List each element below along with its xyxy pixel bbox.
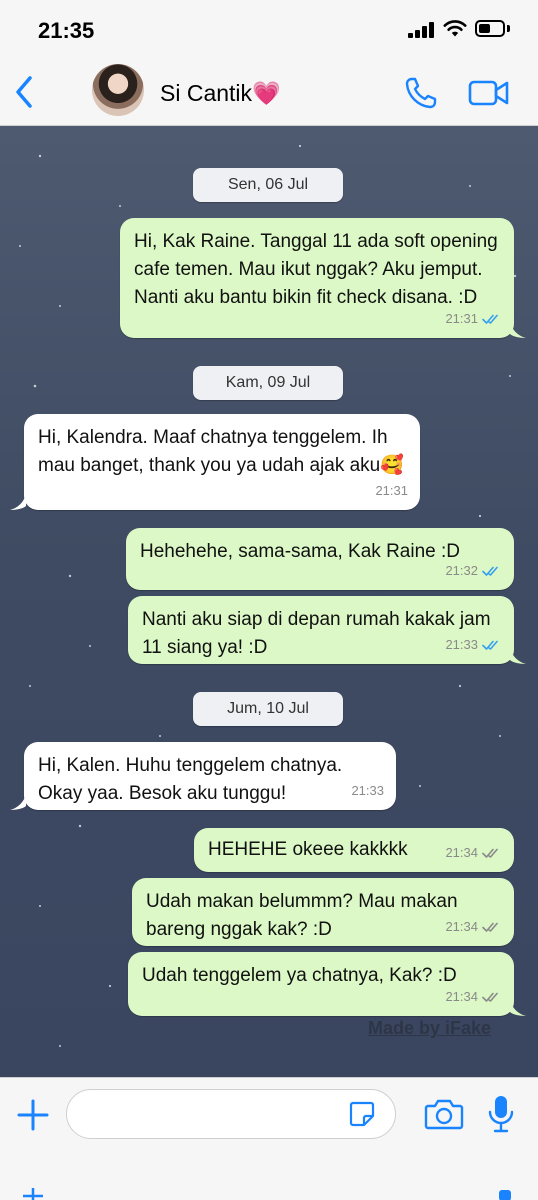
watermark: Made by iFake — [368, 1018, 492, 1038]
sticker-icon[interactable] — [348, 1100, 376, 1128]
message-meta: 21:31 — [445, 305, 502, 333]
message-meta: 21:33 — [351, 777, 384, 805]
delivered-receipt-icon — [482, 848, 498, 858]
message-bubble-outgoing[interactable]: Hehehehe, sama-sama, Kak Raine :D 21:32 — [126, 528, 514, 590]
plus-icon[interactable] — [16, 1098, 50, 1132]
message-time: 21:34 — [445, 989, 478, 1004]
message-text: Hi, Kak Raine. Tanggal 11 ada soft openi… — [134, 231, 498, 308]
date-separator: Jum, 10 Jul — [193, 692, 343, 726]
message-time: 21:33 — [445, 637, 478, 652]
message-text: Udah makan belummm? Mau makan bareng ngg… — [146, 891, 458, 940]
message-meta: 21:33 — [445, 631, 502, 659]
contact-avatar[interactable] — [92, 64, 144, 116]
message-bubble-outgoing[interactable]: HEHEHE okeee kakkkk 21:34 — [194, 828, 514, 872]
back-chevron-icon[interactable] — [10, 72, 40, 112]
contact-name[interactable]: Si Cantik💗 — [160, 80, 281, 107]
microphone-icon — [499, 1190, 511, 1200]
phone-icon[interactable] — [404, 76, 438, 110]
message-bubble-outgoing[interactable]: Nanti aku siap di depan rumah kakak jam … — [128, 596, 514, 664]
message-meta: 21:32 — [445, 557, 502, 585]
cellular-signal-icon — [408, 22, 436, 38]
message-text: HEHEHE okeee kakkkk — [208, 839, 408, 860]
message-text: Hi, Kalen. Huhu tenggelem chatnya. Okay … — [38, 755, 343, 804]
read-receipt-icon — [482, 566, 498, 576]
bubble-tail — [510, 1000, 526, 1016]
bubble-tail — [10, 794, 26, 810]
chat-header: Si Cantik💗 — [0, 58, 538, 126]
chat-area[interactable]: Sen, 06 Jul Hi, Kak Raine. Tanggal 11 ad… — [0, 126, 538, 1077]
delivered-receipt-icon — [482, 992, 498, 1002]
bubble-tail — [510, 648, 526, 664]
message-meta: 21:31 — [375, 477, 408, 505]
message-text: Nanti aku siap di depan rumah kakak jam … — [142, 609, 491, 658]
message-meta: 21:34 — [445, 913, 502, 941]
message-bubble-outgoing[interactable]: Udah makan belummm? Mau makan bareng ngg… — [132, 878, 514, 946]
plus-icon — [23, 1188, 43, 1200]
message-text: Hi, Kalendra. Maaf chatnya tenggelem. Ih… — [38, 427, 404, 476]
message-bubble-outgoing[interactable]: Udah tenggelem ya chatnya, Kak? :D 21:34 — [128, 952, 514, 1016]
message-input[interactable] — [66, 1089, 396, 1139]
message-bubble-outgoing[interactable]: Hi, Kak Raine. Tanggal 11 ada soft openi… — [120, 218, 514, 338]
message-time: 21:34 — [445, 845, 478, 860]
video-camera-icon[interactable] — [468, 78, 510, 108]
date-separator: Sen, 06 Jul — [193, 168, 343, 202]
message-text: Udah tenggelem ya chatnya, Kak? :D — [142, 965, 457, 986]
message-bubble-incoming[interactable]: Hi, Kalendra. Maaf chatnya tenggelem. Ih… — [24, 414, 420, 510]
message-meta: 21:34 — [445, 839, 502, 867]
delivered-receipt-icon — [482, 922, 498, 932]
read-receipt-icon — [482, 640, 498, 650]
message-text: Hehehehe, sama-sama, Kak Raine :D — [140, 541, 460, 562]
message-time: 21:32 — [445, 563, 478, 578]
status-bar: 21:35 — [0, 0, 538, 58]
message-time: 21:33 — [351, 783, 384, 798]
microphone-icon[interactable] — [488, 1094, 514, 1134]
read-receipt-icon — [482, 314, 498, 324]
message-bubble-incoming[interactable]: Hi, Kalen. Huhu tenggelem chatnya. Okay … — [24, 742, 396, 810]
message-time: 21:31 — [445, 311, 478, 326]
input-bar — [0, 1077, 538, 1200]
message-time: 21:31 — [375, 483, 408, 498]
bubble-tail — [510, 322, 526, 338]
date-separator: Kam, 09 Jul — [193, 366, 343, 400]
message-time: 21:34 — [445, 919, 478, 934]
camera-icon[interactable] — [424, 1098, 464, 1130]
wifi-icon — [443, 20, 467, 37]
battery-icon — [475, 20, 505, 37]
battery-cap — [507, 25, 510, 32]
bubble-tail — [10, 494, 26, 510]
status-time: 21:35 — [38, 18, 95, 43]
message-meta: 21:34 — [445, 983, 502, 1011]
